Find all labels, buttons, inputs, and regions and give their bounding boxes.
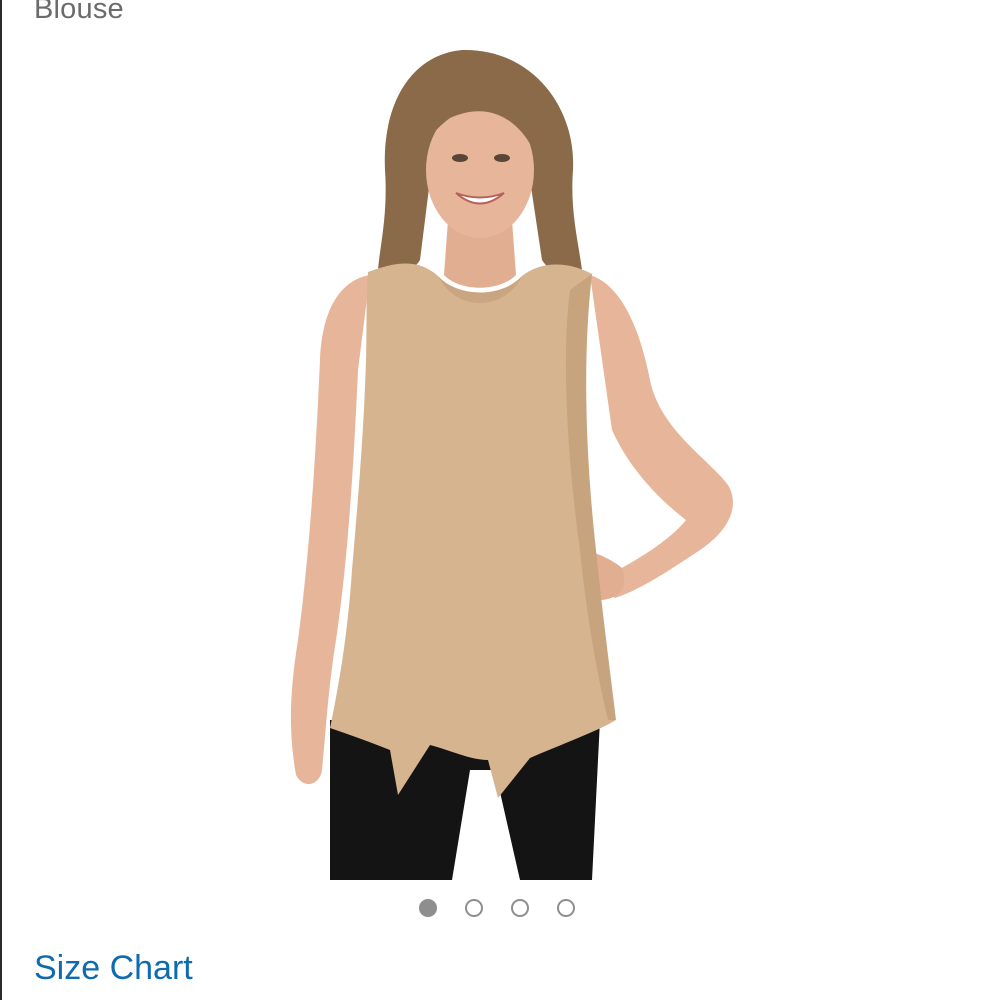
window-edge (0, 0, 2, 1000)
model-illustration (290, 49, 733, 880)
product-title: Blouse (34, 0, 124, 25)
product-page: Blouse Size Chart (0, 0, 1000, 1000)
carousel-dot-4[interactable] (557, 899, 575, 917)
carousel-dot-2[interactable] (465, 899, 483, 917)
size-chart-link[interactable]: Size Chart (34, 946, 193, 990)
product-image[interactable] (230, 30, 770, 880)
carousel-dot-3[interactable] (511, 899, 529, 917)
carousel-dot-1[interactable] (419, 899, 437, 917)
image-carousel-dots (0, 898, 1000, 922)
